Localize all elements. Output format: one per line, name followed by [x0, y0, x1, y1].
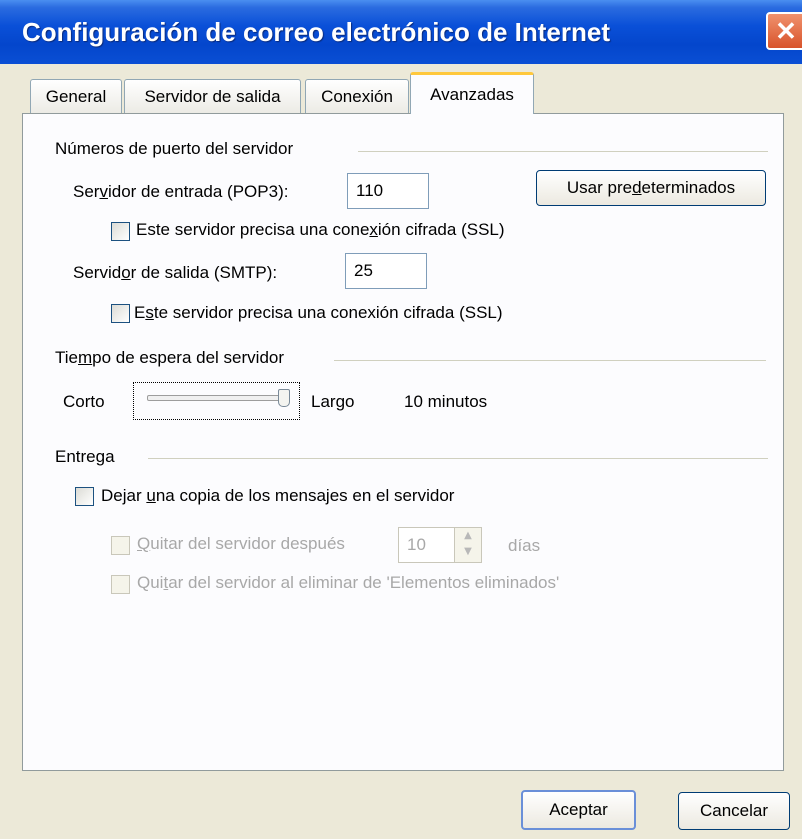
leave-copy-label: Dejar una copia de los mensajes en el se…	[101, 486, 455, 505]
ports-group-label: Números de puerto del servidor	[55, 139, 294, 158]
tab-avanzadas[interactable]: Avanzadas	[410, 72, 534, 114]
tab-conexion[interactable]: Conexión	[305, 79, 409, 113]
timeout-group-label: Tiempo de espera del servidor	[55, 348, 285, 367]
outgoing-port-input[interactable]: 25	[345, 253, 427, 289]
delivery-group-label: Entrega	[55, 447, 115, 466]
cancel-button[interactable]: Cancelar	[678, 792, 790, 830]
days-label: días	[508, 536, 541, 555]
timeout-value: 10 minutos	[404, 392, 488, 411]
incoming-ssl-checkbox[interactable]	[111, 222, 130, 241]
remove-after-checkbox[interactable]	[111, 536, 130, 555]
title-bar: Configuración de correo electrónico de I…	[0, 0, 802, 64]
incoming-port-input[interactable]: 110	[347, 173, 429, 209]
timeout-slider[interactable]	[133, 382, 300, 420]
use-defaults-button[interactable]: Usar predeterminados	[536, 170, 766, 206]
window-title: Configuración de correo electrónico de I…	[22, 17, 610, 47]
remove-after-label: Quitar del servidor después	[137, 534, 345, 553]
timeout-slider-thumb[interactable]	[278, 389, 290, 407]
delivery-group-divider	[148, 458, 768, 459]
remove-deleted-checkbox[interactable]	[111, 575, 130, 594]
tab-label: Servidor de salida	[144, 87, 281, 106]
remove-deleted-label: Quitar del servidor al eliminar de 'Elem…	[137, 573, 560, 592]
close-icon: ✕	[775, 16, 797, 46]
tab-panel	[22, 113, 784, 771]
tab-general[interactable]: General	[30, 79, 122, 113]
dialog-window: Configuración de correo electrónico de I…	[0, 0, 802, 839]
incoming-ssl-label: Este servidor precisa una conexión cifra…	[136, 220, 505, 239]
remove-after-days-input[interactable]: 10	[398, 527, 455, 563]
timeout-slider-track	[147, 395, 289, 401]
days-spinner[interactable]: ▲ ▼	[454, 527, 482, 563]
tab-servidor-de-salida[interactable]: Servidor de salida	[124, 79, 301, 113]
outgoing-server-label: Servidor de salida (SMTP):	[73, 263, 278, 282]
outgoing-ssl-label: Este servidor precisa una conexión cifra…	[134, 303, 503, 322]
accept-button[interactable]: Aceptar	[521, 790, 636, 830]
tab-label: Conexión	[321, 87, 393, 106]
timeout-long-label: Largo	[311, 392, 355, 411]
chevron-up-icon[interactable]: ▲	[455, 528, 481, 544]
leave-copy-checkbox[interactable]	[75, 487, 94, 506]
tab-label: General	[45, 87, 107, 106]
timeout-short-label: Corto	[63, 392, 105, 411]
outgoing-ssl-checkbox[interactable]	[111, 304, 130, 323]
ports-group-divider	[358, 151, 768, 152]
chevron-down-icon[interactable]: ▼	[455, 544, 481, 560]
close-button[interactable]: ✕	[766, 12, 802, 50]
timeout-group-divider	[334, 360, 766, 361]
incoming-server-label: Servidor de entrada (POP3):	[73, 182, 289, 201]
tab-label: Avanzadas	[430, 85, 514, 104]
